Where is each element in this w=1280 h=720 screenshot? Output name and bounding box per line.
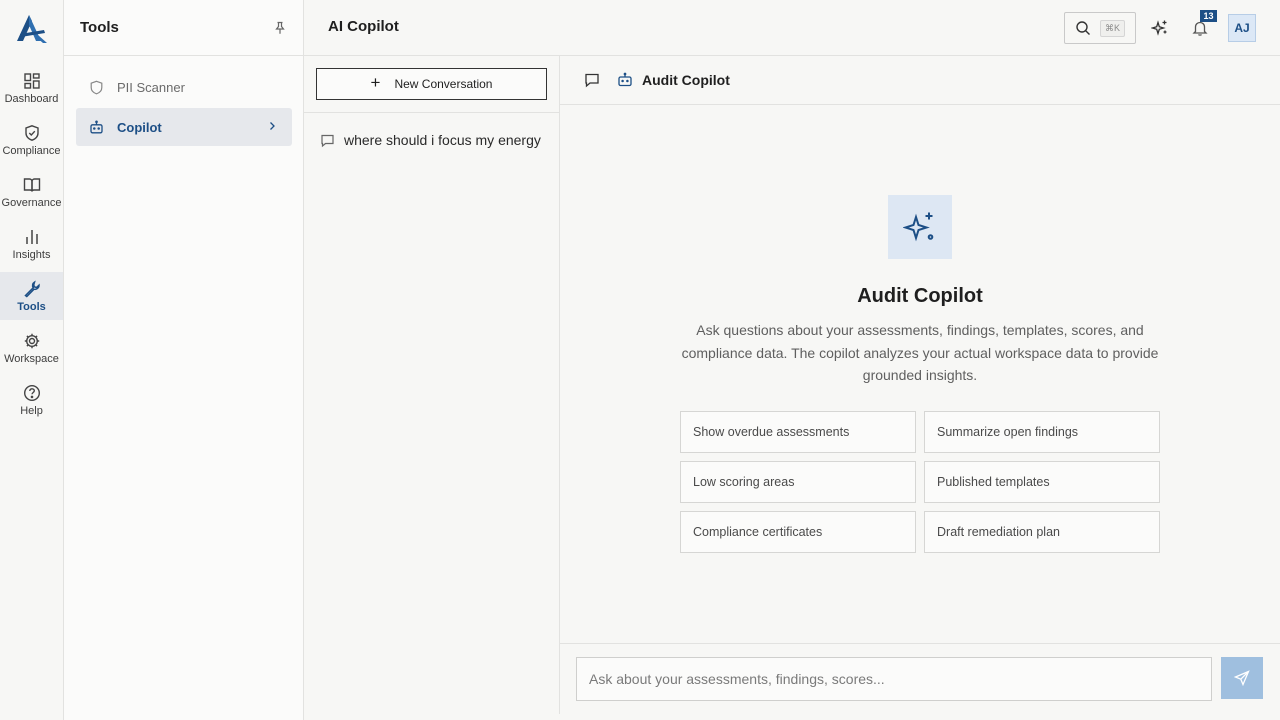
conversation-title: where should i focus my energy <box>344 132 541 148</box>
conversation-item[interactable]: where should i focus my energy <box>320 130 560 150</box>
nav-label: Dashboard <box>4 93 59 105</box>
send-icon <box>1234 670 1250 686</box>
sparkle-icon <box>1151 20 1167 36</box>
suggestion-button[interactable]: Compliance certificates <box>680 511 916 553</box>
divider <box>304 112 559 113</box>
tool-item-label: Copilot <box>117 119 162 135</box>
bar-chart-icon <box>25 230 38 244</box>
suggestion-button[interactable]: Show overdue assessments <box>680 411 916 453</box>
nav-insights[interactable]: Insights <box>0 220 63 268</box>
message-icon <box>321 134 334 147</box>
grid-icon <box>23 73 40 89</box>
shield-icon <box>90 80 103 94</box>
nav-label: Tools <box>17 301 46 313</box>
chat-panel: Audit Copilot Audit Copilot Ask question… <box>560 56 1280 720</box>
chat-header: Audit Copilot <box>560 56 1280 105</box>
conversation-list: + New Conversation where should i focus … <box>304 56 560 714</box>
nav-label: Compliance <box>2 145 61 157</box>
help-circle-icon <box>23 384 40 402</box>
nav-label: Governance <box>1 197 62 209</box>
chevron-right-icon <box>270 122 275 130</box>
book-icon <box>23 178 40 192</box>
wrench-icon <box>23 280 40 298</box>
tools-title: Tools <box>80 19 119 36</box>
hero-icon-box <box>888 195 952 259</box>
bot-icon <box>618 72 632 87</box>
notification-badge: 13 <box>1200 10 1217 22</box>
nav-compliance[interactable]: Compliance <box>0 116 63 164</box>
hero-title: Audit Copilot <box>857 285 983 307</box>
send-button[interactable] <box>1221 657 1263 699</box>
chat-input-bar <box>560 643 1280 713</box>
search-shortcut: ⌘K <box>1100 19 1126 37</box>
nav-dashboard[interactable]: Dashboard <box>0 64 63 112</box>
tools-panel: Tools PII Scanner Copilot <box>64 0 304 720</box>
shield-check-icon <box>24 125 39 141</box>
nav-workspace[interactable]: Workspace <box>0 324 63 372</box>
suggestion-button[interactable]: Published templates <box>924 461 1160 503</box>
tool-item-copilot[interactable]: Copilot <box>76 108 292 146</box>
app-logo[interactable] <box>14 10 50 46</box>
suggestion-button[interactable]: Summarize open findings <box>924 411 1160 453</box>
sparkle-icon <box>903 212 934 242</box>
suggestion-button[interactable]: Draft remediation plan <box>924 511 1160 553</box>
top-header: AI Copilot ⌘K 13 AJ <box>304 0 1280 56</box>
nav-tools[interactable]: Tools <box>0 272 63 320</box>
chat-title: Audit Copilot <box>642 72 730 88</box>
plus-icon: + <box>370 73 381 92</box>
nav-help[interactable]: Help <box>0 376 63 424</box>
tools-header: Tools <box>64 0 303 56</box>
tool-item-pii-scanner[interactable]: PII Scanner <box>76 68 292 106</box>
nav-label: Workspace <box>4 353 59 365</box>
ai-sparkle-button[interactable] <box>1146 14 1174 42</box>
pin-icon[interactable] <box>273 21 287 35</box>
tool-item-label: PII Scanner <box>117 79 185 95</box>
new-conversation-button[interactable]: + New Conversation <box>316 68 547 100</box>
suggestion-button[interactable]: Low scoring areas <box>680 461 916 503</box>
page-title: AI Copilot <box>328 18 399 35</box>
icon-rail: Dashboard Compliance Governance Insights… <box>0 0 64 720</box>
avatar[interactable]: AJ <box>1228 14 1256 42</box>
new-conversation-label: New Conversation <box>394 77 493 91</box>
message-square-icon[interactable] <box>584 72 600 88</box>
hero-description: Ask questions about your assessments, fi… <box>681 322 1159 383</box>
nav-governance[interactable]: Governance <box>0 168 63 216</box>
nav-label: Help <box>20 405 43 417</box>
search-icon <box>1076 21 1090 35</box>
chat-input[interactable] <box>576 657 1212 701</box>
bot-icon <box>90 119 103 133</box>
nav-label: Insights <box>12 249 51 261</box>
search-button[interactable]: ⌘K <box>1064 12 1136 44</box>
gear-icon <box>24 333 39 349</box>
